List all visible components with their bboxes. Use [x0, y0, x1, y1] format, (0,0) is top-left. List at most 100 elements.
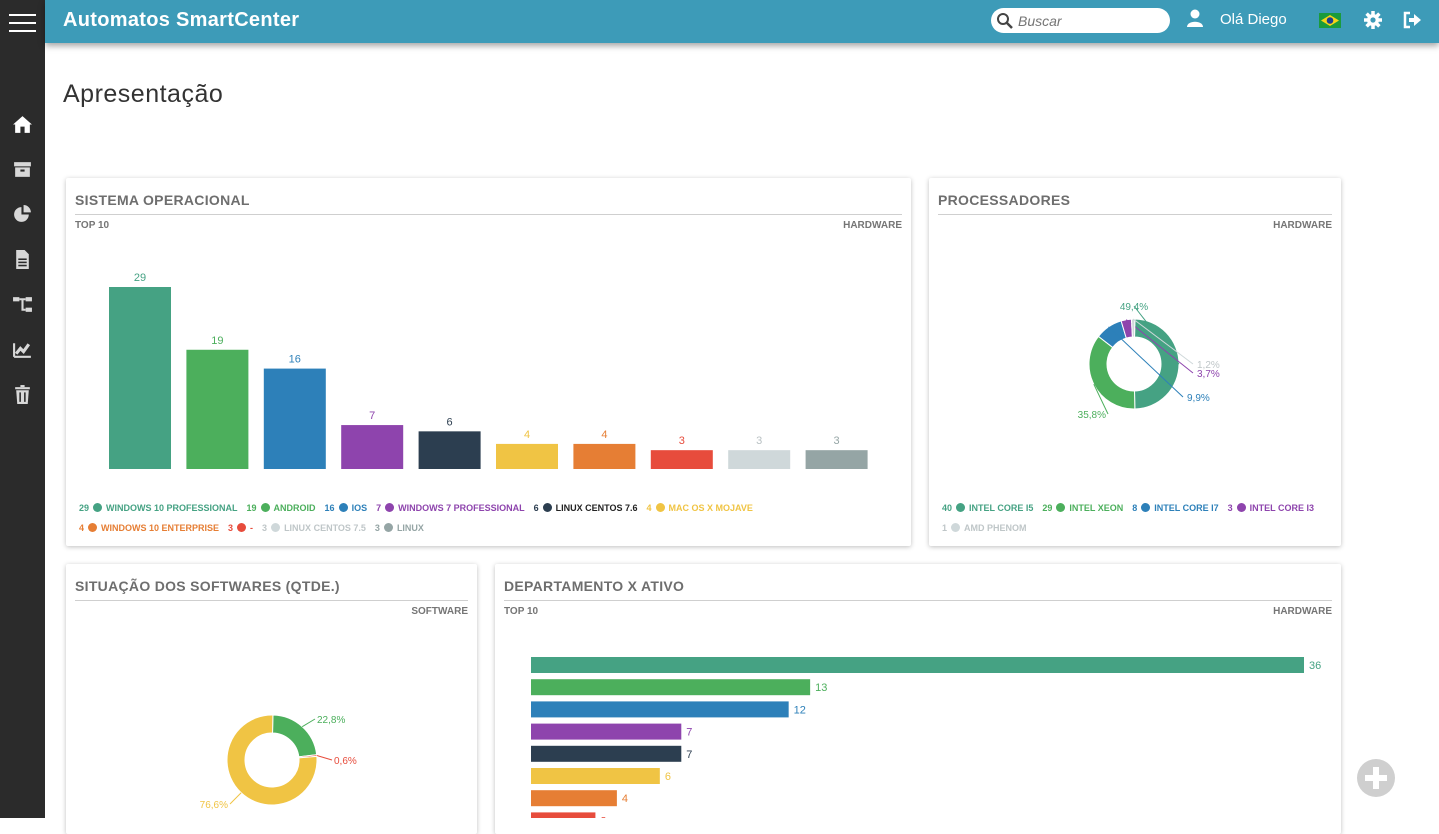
top-bar: Automatos SmartCenter Olá Diego: [45, 0, 1439, 43]
bar-value-label: 6: [665, 771, 671, 783]
bar: [531, 790, 617, 807]
legend-value: 29: [1042, 503, 1053, 513]
legend-item[interactable]: 4 WINDOWS 10 ENTERPRISE: [79, 518, 219, 538]
legend-dot: [237, 523, 247, 532]
legend-dot: [88, 523, 98, 532]
bar: [418, 431, 481, 469]
donut-slice: [272, 714, 318, 758]
bar: [531, 657, 1304, 673]
legend-dot: [271, 523, 281, 532]
search-box[interactable]: [991, 8, 1170, 33]
bar: [531, 701, 789, 718]
legend-label: IOS: [351, 503, 368, 513]
legend-value: 7: [376, 503, 382, 513]
legend-item[interactable]: 1 AMD PHENOM: [942, 518, 1027, 538]
donut-slice: [1133, 318, 1180, 410]
legend-item[interactable]: 29 INTEL XEON: [1042, 498, 1123, 518]
trash-icon[interactable]: [12, 384, 33, 405]
bar: [109, 287, 171, 469]
legend-dot: [956, 503, 966, 512]
card-situacao-softwares: SITUAÇÃO DOS SOFTWARES (QTDE.) SOFTWARE …: [66, 564, 477, 834]
bar-value-label: 19: [211, 335, 223, 347]
legend-value: 4: [646, 503, 652, 513]
slice-leader-line: [301, 718, 316, 728]
bar: [531, 745, 682, 762]
legend-dot: [951, 523, 961, 532]
bar: [531, 768, 660, 784]
bar: [531, 679, 811, 696]
bar: [531, 812, 596, 818]
slice-percent-label: 35,8%: [1078, 410, 1106, 421]
legend-item[interactable]: 29 WINDOWS 10 PROFESSIONAL: [79, 498, 238, 518]
pie-chart-icon[interactable]: [12, 204, 33, 225]
legend-item[interactable]: 4 MAC OS X MOJAVE: [646, 498, 753, 518]
legend-value: 40: [942, 503, 953, 513]
logout-icon[interactable]: [1402, 10, 1422, 30]
legend-dot: [260, 503, 270, 512]
slice-leader-line: [229, 792, 242, 805]
department-bar-chart: 36131277643: [531, 657, 1321, 818]
slice-percent-label: 9,9%: [1187, 393, 1210, 404]
legend-label: INTEL CORE I3: [1249, 503, 1314, 513]
search-input[interactable]: [1018, 11, 1163, 30]
legend-item[interactable]: 40 INTEL CORE I5: [942, 498, 1033, 518]
legend-item[interactable]: 3 LINUX CENTOS 7.5: [262, 518, 366, 538]
legend-item[interactable]: 3 LINUX: [375, 518, 424, 538]
legend-label: INTEL CORE I5: [969, 503, 1034, 513]
bar-value-label: 3: [756, 435, 762, 447]
user-greeting[interactable]: Olá Diego: [1220, 11, 1287, 28]
os-bar-chart: 29 19 16 7 6 4 4 3 3 3: [109, 272, 868, 469]
slice-leader-line: [316, 755, 333, 761]
legend-item[interactable]: 8 INTEL CORE I7: [1132, 498, 1219, 518]
legend-item[interactable]: 7 WINDOWS 7 PROFESSIONAL: [376, 498, 525, 518]
legend-item[interactable]: 6 LINUX CENTOS 7.6: [534, 498, 638, 518]
slice-percent-label: 1,2%: [1197, 360, 1220, 371]
bar-value-label: 12: [794, 704, 806, 716]
legend-label: INTEL CORE I7: [1154, 503, 1219, 513]
document-icon[interactable]: [12, 249, 33, 270]
bar: [186, 349, 249, 469]
legend-item[interactable]: 19 ANDROID: [247, 498, 316, 518]
legend-value: 16: [324, 503, 335, 513]
slice-percent-label: 76,6%: [200, 800, 228, 811]
bar-value-label: 4: [524, 429, 530, 441]
bar-value-label: 3: [679, 435, 685, 447]
slice-percent-label: 49,4%: [1120, 302, 1148, 313]
legend-dot: [93, 503, 103, 512]
legend-label: LINUX CENTOS 7.6: [555, 503, 638, 513]
legend-item[interactable]: 3 INTEL CORE I3: [1228, 498, 1314, 518]
legend-value: 3: [228, 523, 234, 533]
legend-item[interactable]: 16 IOS: [324, 498, 368, 518]
sidebar: [0, 0, 45, 818]
legend-value: 3: [1227, 503, 1233, 513]
legend-label: WINDOWS 10 PROFESSIONAL: [106, 503, 238, 513]
archive-icon[interactable]: [12, 159, 33, 180]
legend-label: MAC OS X MOJAVE: [668, 503, 753, 513]
legend-label: LINUX CENTOS 7.5: [284, 523, 366, 533]
sitemap-icon[interactable]: [12, 294, 33, 315]
bar-value-label: 4: [601, 429, 607, 441]
menu-icon[interactable]: [9, 14, 36, 34]
home-icon[interactable]: [12, 114, 33, 135]
bar-value-label: 7: [369, 410, 375, 422]
legend-item[interactable]: 3-: [228, 518, 253, 538]
legend-dot: [1056, 503, 1066, 512]
legend-dot: [1236, 503, 1246, 512]
card-processadores: PROCESSADORES HARDWARE 49,4% 35,8% 9,9% 3,7…: [929, 178, 1341, 546]
edit-chart-icon[interactable]: [12, 339, 33, 360]
search-icon: [997, 13, 1013, 29]
bar-value-label: 7: [686, 749, 692, 761]
bar-value-label: 4: [622, 793, 628, 805]
legend-label: WINDOWS 7 PROFESSIONAL: [398, 503, 525, 513]
gear-icon[interactable]: [1363, 10, 1383, 30]
bar: [341, 425, 404, 469]
legend-label: ANDROID: [273, 503, 316, 513]
legend-value: 8: [1132, 503, 1138, 513]
legend-dot: [542, 503, 552, 512]
brazil-flag-icon[interactable]: [1319, 13, 1341, 28]
legend-value: 3: [374, 523, 380, 533]
user-icon[interactable]: [1187, 9, 1203, 27]
legend-label: AMD PHENOM: [964, 523, 1027, 533]
add-button[interactable]: [1357, 759, 1395, 797]
legend-dot: [655, 503, 665, 512]
